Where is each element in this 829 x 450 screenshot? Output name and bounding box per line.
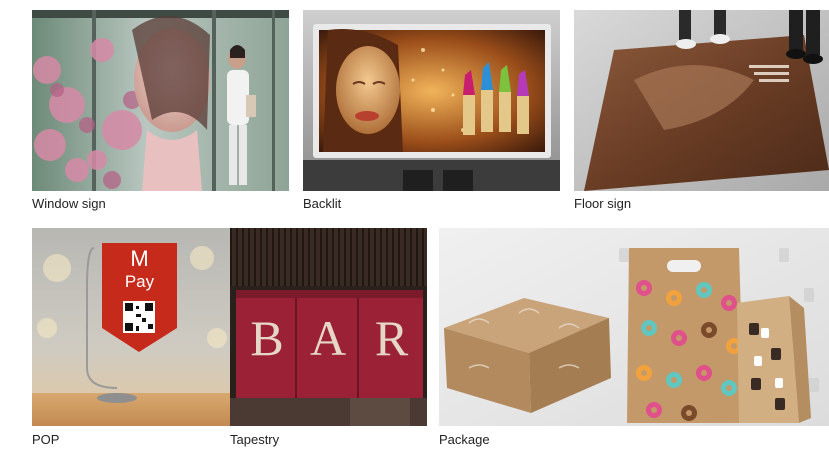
caption-tapestry: Tapestry (230, 432, 280, 447)
caption-floor-sign: Floor sign (574, 196, 632, 211)
caption-package: Package (439, 432, 490, 447)
pop-sign-letter: M (130, 246, 149, 271)
tapestry-letter-b: B (250, 310, 284, 366)
backlit-image (303, 10, 560, 191)
floor-sign-image (574, 10, 829, 191)
caption-backlit: Backlit (303, 196, 342, 211)
package-image (439, 228, 829, 426)
window-sign-image (32, 10, 289, 191)
tapestry-letter-a: A (309, 310, 347, 366)
signage-gallery: Window sign Backlit Floor sign M Pay POP… (0, 0, 829, 450)
tapestry-letter-r: R (374, 310, 409, 366)
pop-sign-word: Pay (124, 272, 155, 291)
tapestry-image: B A R (230, 228, 427, 426)
caption-pop: POP (32, 432, 60, 447)
pop-image: M Pay (32, 228, 230, 426)
caption-window-sign: Window sign (32, 196, 106, 211)
